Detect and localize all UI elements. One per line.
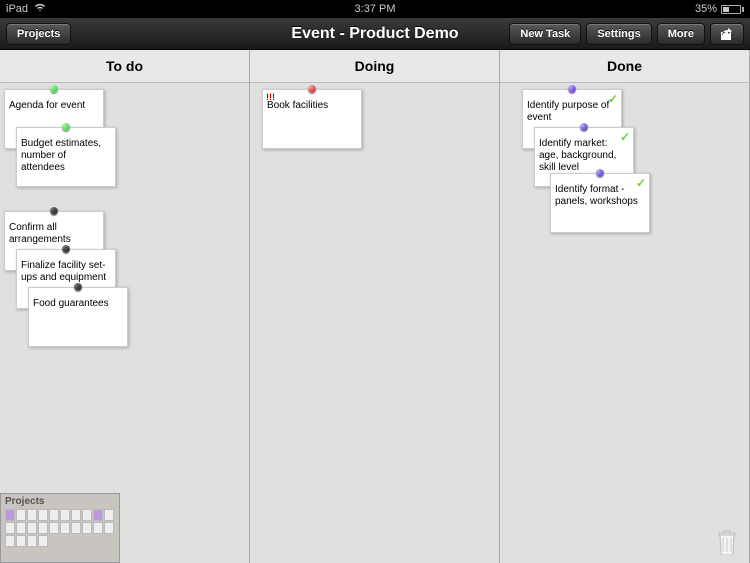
- pin-icon: [62, 245, 70, 253]
- status-bar: iPad 3:37 PM 35%: [0, 0, 750, 18]
- thumb-preview: [5, 509, 115, 547]
- check-icon: ✓: [620, 130, 630, 144]
- check-icon: ✓: [636, 176, 646, 190]
- pin-icon: [50, 207, 58, 215]
- card-text: Food guarantees: [33, 298, 109, 309]
- pin-icon: [74, 283, 82, 291]
- task-card[interactable]: Food guarantees: [28, 287, 128, 347]
- pin-icon: [568, 85, 576, 93]
- page-title: Event - Product Demo: [291, 25, 458, 43]
- column-todo[interactable]: To do Agenda for event Budget estimates,…: [0, 50, 250, 563]
- card-text: Identify market: age, background, skill …: [539, 138, 616, 173]
- settings-button[interactable]: Settings: [586, 23, 651, 45]
- kanban-board: To do Agenda for event Budget estimates,…: [0, 50, 750, 563]
- card-text: Agenda for event: [9, 100, 85, 111]
- card-text: Book facilities: [267, 100, 328, 111]
- projects-thumb-label: Projects: [5, 496, 44, 507]
- new-task-button[interactable]: New Task: [509, 23, 581, 45]
- pin-icon: [62, 123, 70, 131]
- task-card[interactable]: ✓ Identify format - panels, workshops: [550, 173, 650, 233]
- share-icon: [719, 27, 735, 41]
- projects-thumbnail[interactable]: Projects: [0, 493, 120, 563]
- task-card[interactable]: !!! Book facilities: [262, 89, 362, 149]
- column-header-done: Done: [500, 50, 749, 83]
- task-card[interactable]: Budget estimates, number of attendees: [16, 127, 116, 187]
- check-icon: ✓: [608, 92, 618, 106]
- card-text: Identify format - panels, workshops: [555, 184, 638, 207]
- card-text: Budget estimates, number of attendees: [21, 138, 101, 173]
- column-done[interactable]: Done ✓ Identify purpose of event ✓ Ident…: [500, 50, 750, 563]
- share-button[interactable]: [710, 23, 744, 45]
- priority-indicator: !!!: [266, 92, 275, 103]
- projects-button[interactable]: Projects: [6, 23, 71, 45]
- column-doing[interactable]: Doing !!! Book facilities: [250, 50, 500, 563]
- pin-icon: [596, 169, 604, 177]
- battery-percent: 35%: [695, 3, 717, 15]
- card-text: Confirm all arrangements: [9, 222, 71, 245]
- column-header-doing: Doing: [250, 50, 499, 83]
- toolbar: Projects Event - Product Demo New Task S…: [0, 18, 750, 50]
- card-text: Finalize facility set-ups and equipment: [21, 260, 106, 283]
- card-text: Identify purpose of event: [527, 100, 609, 123]
- device-label: iPad: [6, 3, 28, 15]
- more-button[interactable]: More: [657, 23, 705, 45]
- status-time: 3:37 PM: [355, 3, 396, 15]
- pin-icon: [308, 85, 316, 93]
- wifi-icon: [34, 3, 46, 15]
- pin-icon: [50, 85, 58, 93]
- pin-icon: [580, 123, 588, 131]
- battery-icon: [721, 5, 744, 14]
- trash-icon[interactable]: [716, 529, 738, 555]
- column-header-todo: To do: [0, 50, 249, 83]
